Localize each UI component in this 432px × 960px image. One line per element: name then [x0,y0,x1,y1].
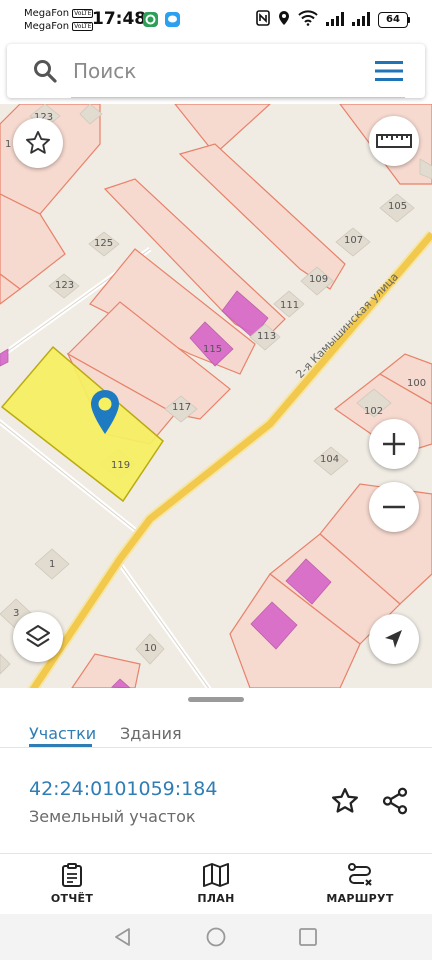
layers-button[interactable] [13,612,63,662]
volte-badge-2: VoLTE [72,22,94,31]
house-number: 107 [344,235,364,246]
house-number: 1 [5,139,12,150]
action-bar: ОТЧЁТ ПЛАН МАРШРУТ [0,854,432,914]
battery-icon: 64 [378,12,410,28]
house-number: 105 [388,201,408,212]
plan-button[interactable]: ПЛАН [166,862,266,905]
report-button[interactable]: ОТЧЁТ [22,862,122,905]
house-number: 113 [257,331,277,342]
tabs-divider [0,747,432,748]
tabs: Участки Здания [0,704,432,748]
system-nav-bar [0,914,432,960]
app-icon-green [143,12,158,27]
plan-label: ПЛАН [197,892,235,905]
share-icon[interactable] [380,786,410,816]
bottom-sheet: Участки Здания 42:24:0101059:184 Земельн… [0,688,432,914]
route-label: МАРШРУТ [326,892,394,905]
tab-parcels[interactable]: Участки [29,724,96,743]
drag-handle[interactable] [188,697,244,702]
favorite-map-button[interactable] [13,118,63,168]
map-icon [203,863,229,887]
star-icon[interactable] [330,786,360,816]
nfc-icon [256,10,270,30]
wifi-icon [298,10,318,30]
back-icon[interactable] [112,926,134,948]
parcel-type: Земельный участок [29,807,196,826]
screen: MegaFon VoLTE MegaFon VoLTE 17:48 64 Пои… [0,0,432,960]
home-icon[interactable] [205,926,227,948]
house-number: 115 [203,344,223,355]
search-input[interactable] [73,52,353,90]
carrier-info: MegaFon VoLTE MegaFon VoLTE [24,7,94,33]
my-location-button[interactable] [369,614,419,664]
volte-badge: VoLTE [72,9,94,18]
clipboard-icon [62,863,82,887]
house-number: 10 [144,643,157,654]
navigation-arrow-icon [385,630,402,648]
location-icon [278,10,290,30]
battery-level: 64 [378,12,408,28]
ruler-button[interactable] [369,116,419,166]
location-pin-icon[interactable] [89,389,121,435]
ruler-icon [376,134,412,148]
signal-icon [326,11,344,30]
house-number: 3 [13,608,20,619]
plus-icon [383,433,405,455]
zoom-out-button[interactable] [369,482,419,532]
zoom-in-button[interactable] [369,419,419,469]
search-icon[interactable] [32,58,58,84]
menu-icon[interactable] [373,59,405,83]
search-bar [7,44,425,98]
layers-icon [26,625,50,647]
map-view[interactable]: 123 1 125 123 105 107 109 111 113 115 11… [0,104,432,688]
house-number: 100 [407,378,427,389]
house-number: 119 [111,460,131,471]
clock: 17:48 [92,9,147,29]
house-number: 102 [364,406,384,417]
map-canvas[interactable] [0,104,432,688]
house-number: 125 [94,238,114,249]
signal-icon-2 [352,11,370,30]
route-button[interactable]: МАРШРУТ [310,862,410,905]
house-number: 104 [320,454,340,465]
status-bar: MegaFon VoLTE MegaFon VoLTE 17:48 64 [0,0,432,40]
minus-icon [383,505,405,509]
house-number: 117 [172,402,192,413]
chat-app-icon [165,12,180,27]
house-number: 111 [280,300,300,311]
carrier-2: MegaFon [24,21,70,32]
search-underline [71,97,405,98]
star-icon [25,130,51,154]
tab-buildings[interactable]: Здания [120,724,182,743]
house-number: 1 [49,559,56,570]
carrier-1: MegaFon [24,8,70,19]
recents-icon[interactable] [297,926,319,948]
house-number: 109 [309,274,329,285]
status-icons: 64 [256,10,410,30]
report-label: ОТЧЁТ [50,892,94,905]
route-icon [348,863,372,886]
cadastral-number[interactable]: 42:24:0101059:184 [29,778,217,800]
house-number: 123 [55,280,75,291]
